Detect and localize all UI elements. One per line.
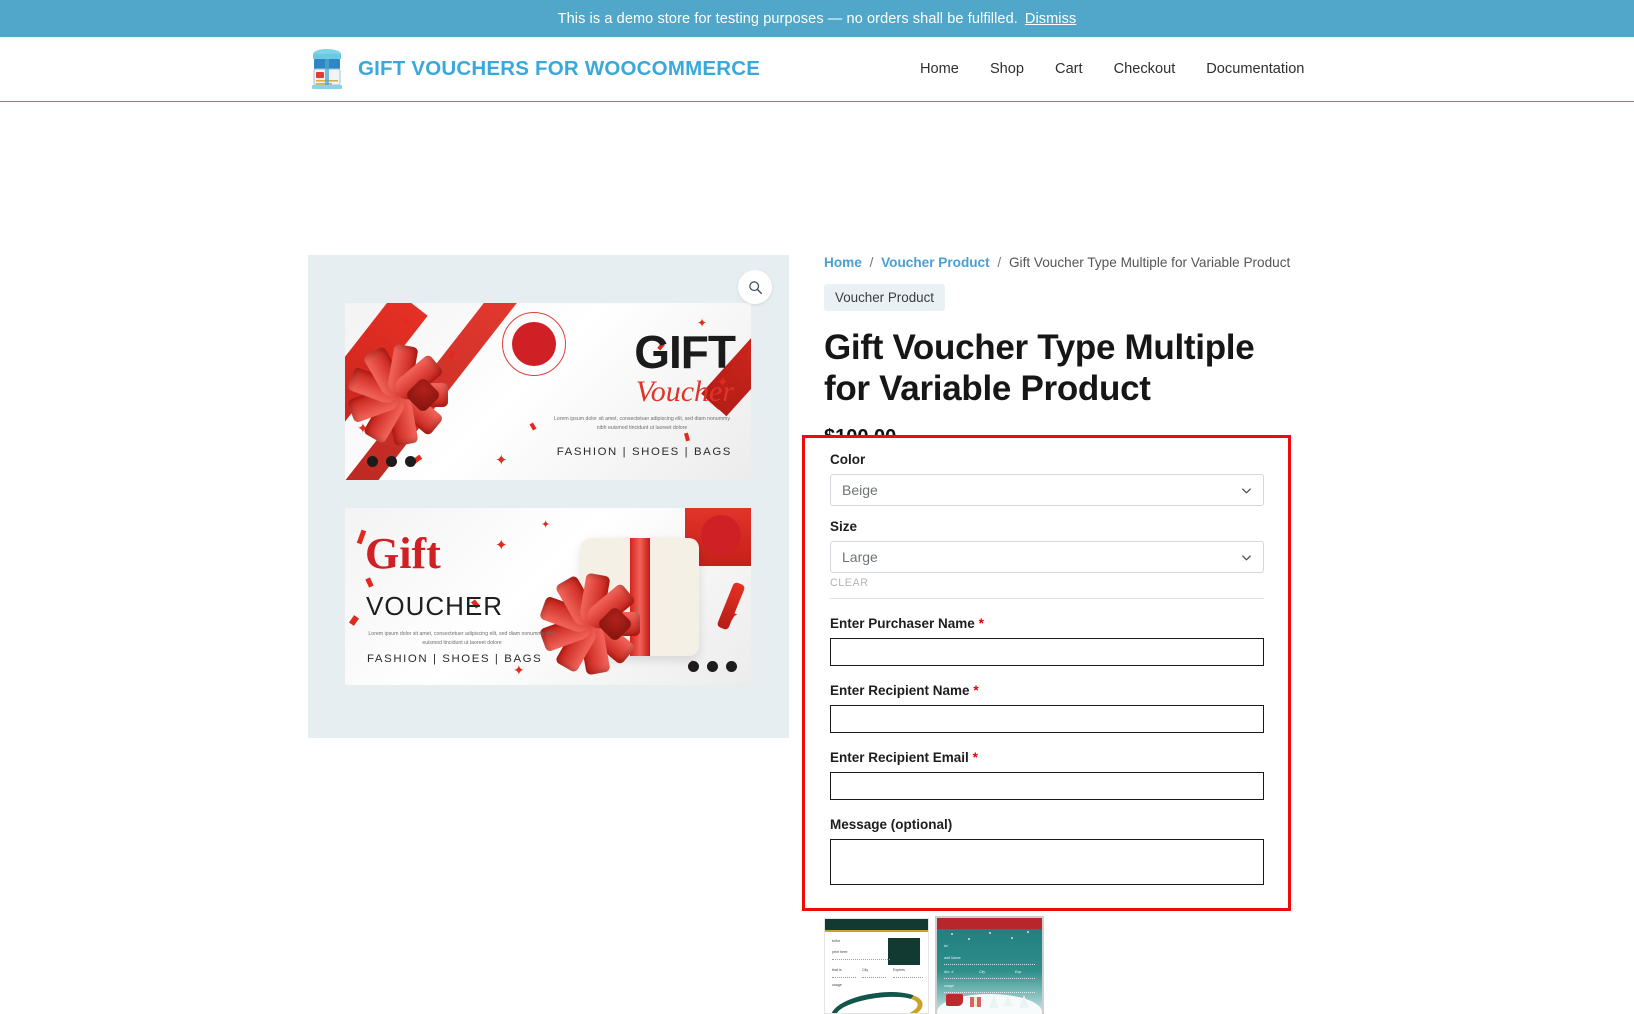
breadcrumb: Home / Voucher Product / Gift Voucher Ty… [824, 255, 1290, 270]
recipient-email-label-text: Enter Recipient Email [830, 750, 969, 765]
gallery-slide-1[interactable]: ✦ ✦ ✦ ✦ ✦ GIFT Voucher Lorem ipsum dolor… [345, 303, 751, 480]
recipient-email-input[interactable] [830, 772, 1264, 800]
clear-variations-link[interactable]: CLEAR [830, 577, 1264, 589]
facebook-icon [367, 456, 378, 467]
breadcrumb-separator: / [869, 255, 874, 270]
product-page: ✦ ✦ ✦ ✦ ✦ GIFT Voucher Lorem ipsum dolor… [0, 102, 1634, 1014]
product-category-badge[interactable]: Voucher Product [824, 284, 946, 311]
slide2-subtitle: VOUCHER [366, 591, 504, 621]
color-field-label: Color [830, 452, 866, 467]
breadcrumb-home[interactable]: Home [824, 255, 862, 270]
voucher-form-highlight-box: Color Beige Size Large CLEAR Enter Purch… [802, 435, 1291, 911]
main-navigation: Home Shop Cart Checkout Documentation [920, 61, 1304, 77]
message-label-text: Message (optional) [830, 817, 953, 832]
slide1-description: Lorem ipsum dolor sit amet, consectetuer… [554, 416, 730, 432]
form-divider [830, 598, 1264, 599]
nav-item-documentation[interactable]: Documentation [1206, 61, 1304, 77]
twitter-icon [707, 661, 718, 672]
search-icon [748, 280, 762, 294]
demo-store-banner: This is a demo store for testing purpose… [0, 0, 1634, 37]
template-thumbnail-christmas-teal[interactable]: to/ and Name Am. # City Exp usage [935, 916, 1044, 1014]
size-select-wrapper[interactable]: Large [830, 541, 1264, 573]
slide2-categories: FASHION | SHOES | BAGS [367, 653, 543, 665]
slide1-social-icons [367, 456, 416, 467]
recipient-name-label-text: Enter Recipient Name [830, 683, 970, 698]
gallery-zoom-button[interactable] [738, 270, 772, 304]
nav-item-home[interactable]: Home [920, 61, 959, 77]
twitter-icon [386, 456, 397, 467]
slide2-social-icons [688, 661, 737, 672]
slide2-description: Lorem ipsum dolor sit amet, consectetuer… [368, 631, 556, 647]
site-title: GIFT VOUCHERS FOR WOOCOMMERCE [358, 57, 761, 80]
site-header: GIFT VOUCHERS FOR WOOCOMMERCE Home Shop … [0, 37, 1634, 102]
instagram-icon [726, 661, 737, 672]
required-marker: * [973, 683, 979, 698]
required-marker: * [978, 616, 984, 631]
purchaser-name-label: Enter Purchaser Name * [830, 616, 1264, 631]
gallery-slide-2[interactable]: ✦ ✦ ✦ ✦ Gift VOUCHER Lorem ipsum dolor s… [345, 508, 751, 685]
purchaser-name-label-text: Enter Purchaser Name [830, 616, 975, 631]
voucher-template-thumbnails: to/for print here: that is City Expires … [824, 916, 1044, 1014]
slide2-title: Gift [365, 529, 441, 578]
size-field-label: Size [830, 519, 858, 534]
facebook-icon [688, 661, 699, 672]
color-select[interactable]: Beige [830, 474, 1264, 506]
slide1-title: GIFT [634, 326, 736, 378]
breadcrumb-separator: / [997, 255, 1002, 270]
product-summary: Home / Voucher Product / Gift Voucher Ty… [824, 255, 1290, 458]
size-select[interactable]: Large [830, 541, 1264, 573]
instagram-icon [405, 456, 416, 467]
recipient-name-label: Enter Recipient Name * [830, 683, 1264, 698]
dismiss-banner-link[interactable]: Dismiss [1025, 11, 1076, 27]
nav-item-cart[interactable]: Cart [1055, 61, 1083, 77]
page-title: Gift Voucher Type Multiple for Variable … [824, 328, 1255, 409]
product-gallery: ✦ ✦ ✦ ✦ ✦ GIFT Voucher Lorem ipsum dolor… [308, 255, 789, 738]
recipient-email-label: Enter Recipient Email * [830, 750, 1264, 765]
slide1-categories: FASHION | SHOES | BAGS [556, 446, 732, 458]
demo-store-message: This is a demo store for testing purpose… [557, 10, 1018, 27]
nav-item-checkout[interactable]: Checkout [1114, 61, 1176, 77]
message-label: Message (optional) [830, 817, 1264, 832]
gift-voucher-logo-icon [310, 47, 344, 91]
breadcrumb-current: Gift Voucher Type Multiple for Variable … [1008, 255, 1291, 270]
site-branding[interactable]: GIFT VOUCHERS FOR WOOCOMMERCE [310, 47, 760, 91]
message-textarea[interactable] [830, 839, 1264, 885]
nav-item-shop[interactable]: Shop [990, 61, 1024, 77]
recipient-name-input[interactable] [830, 705, 1264, 733]
purchaser-name-input[interactable] [830, 638, 1264, 666]
color-select-wrapper[interactable]: Beige [830, 474, 1264, 506]
slide1-subtitle: Voucher [635, 375, 734, 408]
template-thumbnail-green-gold[interactable]: to/for print here: that is City Expires … [824, 918, 929, 1014]
required-marker: * [972, 750, 978, 765]
breadcrumb-category[interactable]: Voucher Product [881, 255, 990, 270]
